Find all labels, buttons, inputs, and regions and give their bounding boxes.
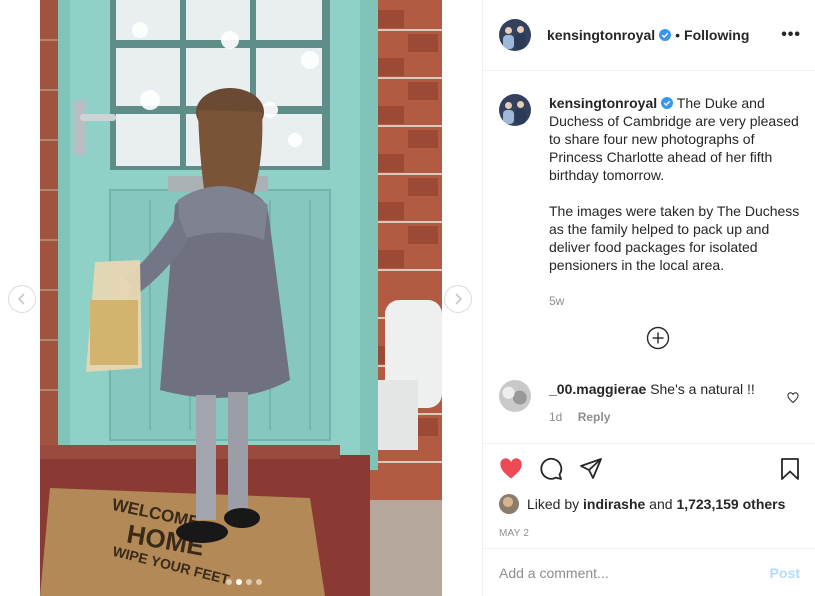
post-media: WELCOME HOME WIPE YOUR FEET [0, 0, 482, 596]
carousel-indicator [226, 579, 262, 585]
post-actions: Liked by indirashe and 1,723,159 others … [483, 443, 815, 539]
comments-section: kensingtonroyal The Duke and Duchess of … [483, 72, 815, 442]
comment-heart-icon[interactable] [787, 392, 799, 404]
verified-badge-icon [661, 97, 674, 109]
chevron-right-icon [455, 293, 463, 305]
author-avatar[interactable] [499, 19, 531, 51]
reply-button[interactable]: Reply [578, 410, 611, 424]
liker-username[interactable]: indirashe [583, 496, 645, 512]
heart-icon[interactable] [499, 457, 523, 481]
comment-line: _00.maggierae She's a natural !! [549, 380, 755, 398]
carousel-next-button[interactable] [444, 285, 472, 313]
post-header: kensingtonroyal • Following ••• [483, 0, 815, 71]
comment-input[interactable]: Add a comment... [499, 565, 609, 581]
caption-text: The Duke and Duchess of Cambridge are ve… [549, 95, 800, 273]
comment-text: She's a natural !! [650, 381, 755, 397]
likes-middle: and [645, 496, 677, 512]
chevron-left-icon [17, 293, 25, 305]
verified-badge-icon [659, 29, 672, 41]
caption-timestamp[interactable]: 5w [549, 292, 800, 310]
commenter-avatar[interactable] [499, 380, 531, 412]
comment-meta: 1d Reply [549, 410, 755, 424]
commenter-username[interactable]: _00.maggierae [549, 381, 646, 397]
comment-icon[interactable] [539, 457, 563, 481]
liker-avatar[interactable] [499, 494, 519, 514]
carousel-dot [246, 579, 252, 585]
add-comment-bar: Add a comment... Post [483, 548, 815, 596]
likes-text: Liked by indirashe and 1,723,159 others [527, 496, 785, 512]
header-separator: • [675, 27, 681, 43]
post-panel: kensingtonroyal • Following ••• kensingt… [482, 0, 815, 596]
post-date[interactable]: MAY 2 [483, 514, 815, 539]
likes-summary: Liked by indirashe and 1,723,159 others [483, 494, 815, 514]
bookmark-icon[interactable] [778, 457, 802, 481]
comment-timestamp[interactable]: 1d [549, 410, 562, 424]
carousel-dot [226, 579, 232, 585]
author-username[interactable]: kensingtonroyal [547, 27, 655, 43]
carousel-prev-button[interactable] [8, 285, 36, 313]
comment-item: _00.maggierae She's a natural !! 1d Repl… [499, 380, 799, 424]
carousel-dot [256, 579, 262, 585]
likes-prefix: Liked by [527, 496, 584, 512]
following-button[interactable]: Following [684, 27, 749, 43]
post-photo[interactable]: WELCOME HOME WIPE YOUR FEET [40, 0, 442, 596]
photo-girl-at-door: WELCOME HOME WIPE YOUR FEET [40, 0, 442, 596]
action-icons [483, 444, 815, 494]
more-options-icon[interactable]: ••• [781, 26, 801, 44]
share-icon[interactable] [579, 457, 603, 481]
plus-circle-icon[interactable] [646, 326, 670, 350]
caption-avatar[interactable] [499, 94, 531, 126]
likes-count[interactable]: 1,723,159 others [676, 496, 785, 512]
caption-body: kensingtonroyal The Duke and Duchess of … [549, 94, 800, 310]
caption-username[interactable]: kensingtonroyal [549, 95, 657, 111]
carousel-dot-active [236, 579, 242, 585]
post-comment-button[interactable]: Post [770, 565, 800, 581]
post-caption: kensingtonroyal The Duke and Duchess of … [499, 72, 800, 310]
comment-body: _00.maggierae She's a natural !! 1d Repl… [549, 380, 755, 424]
